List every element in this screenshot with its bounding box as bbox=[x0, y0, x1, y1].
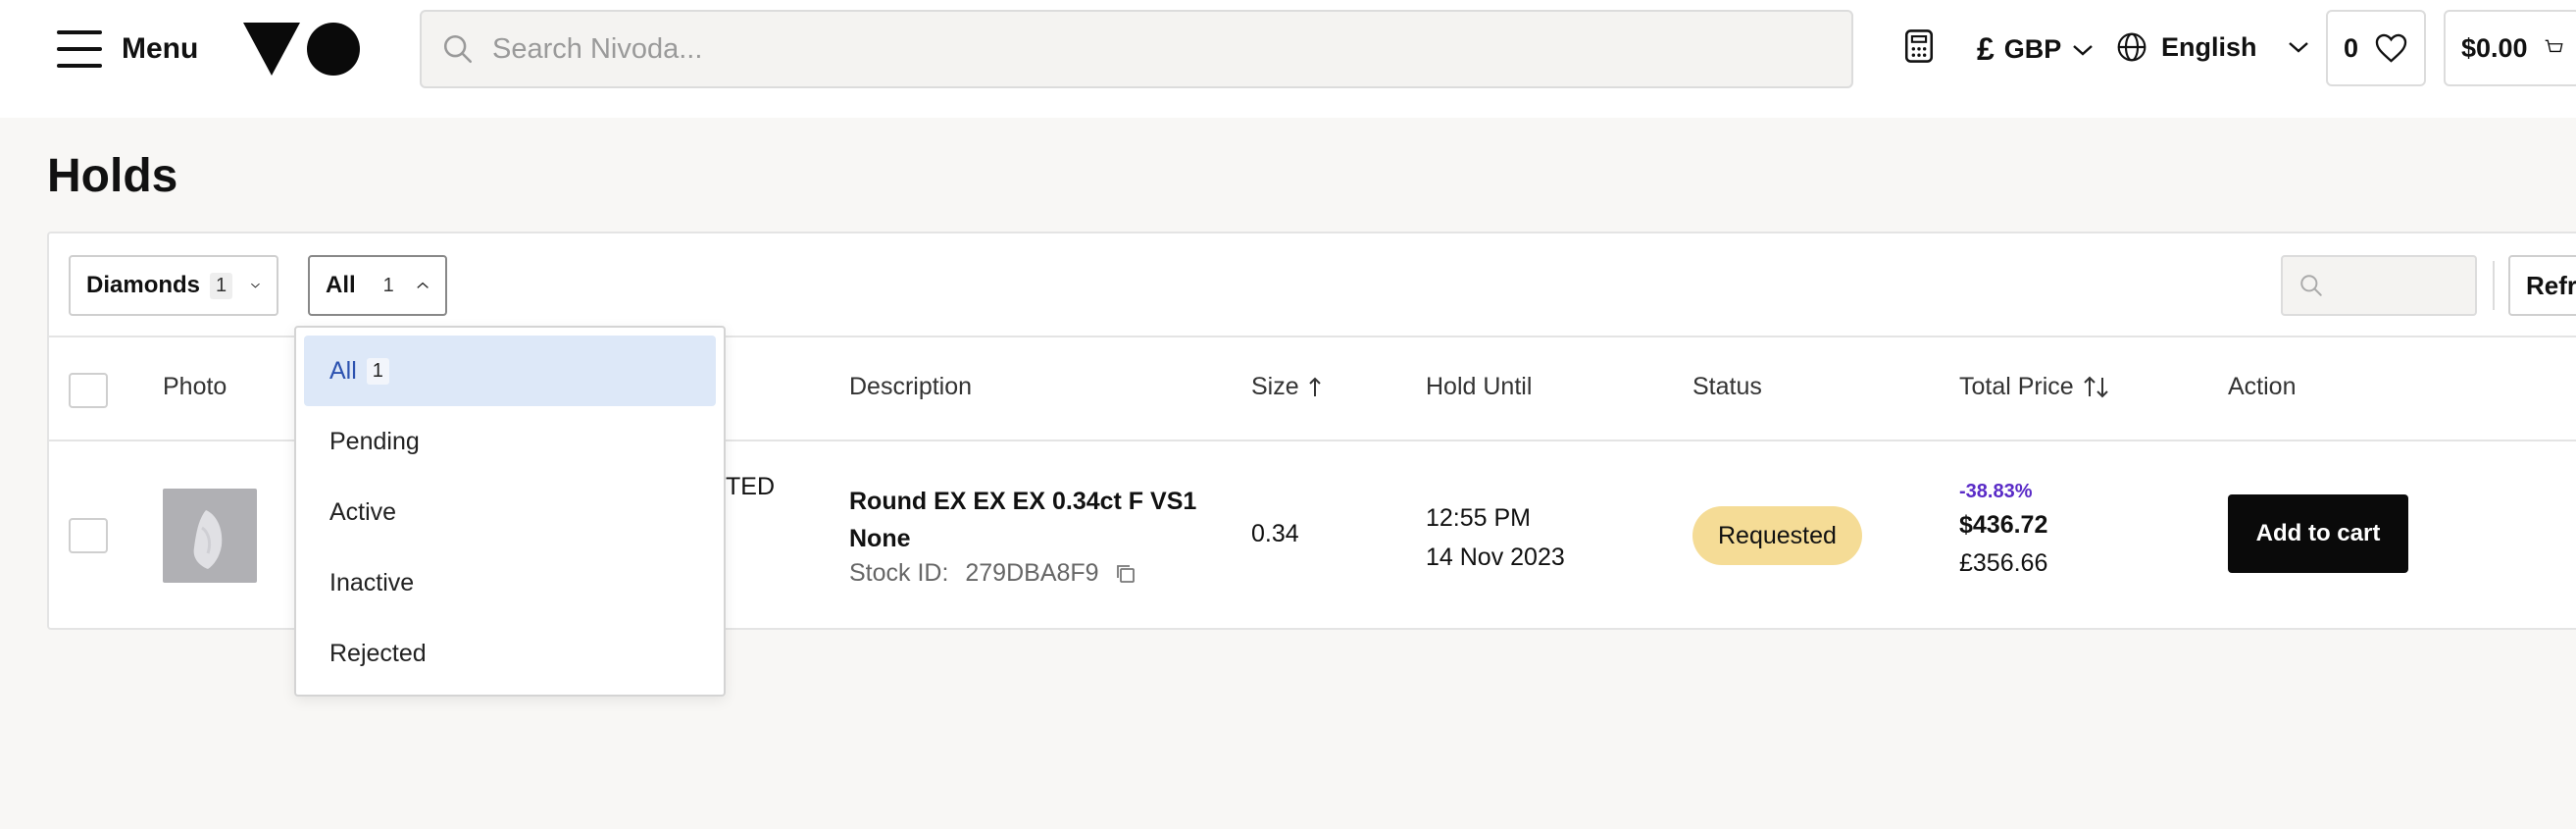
sort-ascending-icon bbox=[1308, 377, 1321, 396]
dropdown-item-label: Rejected bbox=[329, 639, 427, 667]
size-cell: 0.34 bbox=[1251, 520, 1299, 547]
price-gbp: £356.66 bbox=[1959, 549, 2048, 577]
dropdown-item-inactive[interactable]: Inactive bbox=[304, 547, 716, 618]
search-input[interactable] bbox=[492, 32, 1767, 66]
chevron-down-icon bbox=[2288, 42, 2308, 53]
diamond-photo[interactable] bbox=[163, 489, 257, 583]
category-filter[interactable]: Diamonds 1 bbox=[69, 255, 278, 316]
dropdown-item-active[interactable]: Active bbox=[304, 477, 716, 547]
dropdown-item-label: Inactive bbox=[329, 568, 415, 596]
column-header-total-price[interactable]: Total Price bbox=[1959, 373, 2111, 401]
description-line-1: Round EX EX EX 0.34ct F VS1 bbox=[849, 488, 1197, 515]
price-cell: -38.83% $436.72 £356.66 bbox=[1959, 481, 2047, 578]
top-header: Menu £ GBP English 0 bbox=[0, 0, 2576, 118]
chevron-down-icon bbox=[2073, 44, 2094, 56]
menu-button[interactable]: Menu bbox=[57, 27, 198, 71]
status-badge: Requested bbox=[1692, 506, 1862, 565]
column-header-description: Description bbox=[849, 373, 973, 400]
menu-label: Menu bbox=[122, 32, 199, 65]
select-all-checkbox[interactable] bbox=[69, 373, 108, 408]
hamburger-icon bbox=[57, 30, 102, 68]
row-checkbox[interactable] bbox=[69, 518, 108, 553]
search-icon bbox=[2300, 275, 2322, 296]
sort-icon bbox=[2084, 376, 2108, 397]
discount-label: -38.83% bbox=[1959, 481, 2033, 502]
status-filter-count: 1 bbox=[382, 274, 394, 296]
dropdown-item-label: Active bbox=[329, 497, 397, 526]
add-to-cart-button[interactable]: Add to cart bbox=[2228, 494, 2408, 573]
dropdown-item-all[interactable]: All 1 bbox=[304, 336, 716, 406]
category-filter-count: 1 bbox=[210, 272, 233, 299]
status-dropdown-menu: All 1 Pending Active Inactive Rejected bbox=[294, 326, 726, 697]
currency-symbol: £ bbox=[1977, 31, 1995, 67]
calculator-icon bbox=[1904, 29, 1934, 63]
hold-until-cell: 12:55 PM 14 Nov 2023 bbox=[1426, 498, 1565, 577]
cart-total: $0.00 bbox=[2461, 32, 2528, 63]
dropdown-item-pending[interactable]: Pending bbox=[304, 406, 716, 477]
chevron-up-icon bbox=[417, 282, 429, 288]
currency-label: GBP bbox=[2003, 34, 2062, 64]
cart-button[interactable]: $0.00 bbox=[2444, 10, 2576, 86]
price-usd: $436.72 bbox=[1959, 511, 2048, 539]
dropdown-item-label: All bbox=[329, 356, 357, 385]
stock-id-cell: Stock ID: 279DBA8F9 bbox=[849, 559, 1137, 588]
globe-icon bbox=[2117, 32, 2147, 62]
refresh-label: Refre bbox=[2526, 270, 2576, 300]
chevron-down-icon bbox=[251, 283, 260, 288]
wishlist-count: 0 bbox=[2344, 32, 2359, 63]
hold-time: 12:55 PM bbox=[1426, 504, 1532, 532]
status-filter-label: All bbox=[326, 272, 356, 298]
refresh-button[interactable]: Refre bbox=[2508, 255, 2576, 316]
wishlist-button[interactable]: 0 bbox=[2326, 10, 2426, 86]
stock-id-label: Stock ID: bbox=[849, 559, 949, 587]
global-search[interactable] bbox=[420, 10, 1853, 88]
dropdown-item-count: 1 bbox=[366, 357, 389, 385]
table-search-input[interactable] bbox=[2281, 255, 2477, 316]
column-header-status: Status bbox=[1692, 373, 1762, 400]
status-filter[interactable]: All 1 bbox=[308, 255, 447, 316]
search-icon bbox=[443, 34, 473, 64]
column-header-hold-until: Hold Until bbox=[1426, 373, 1533, 400]
currency-selector[interactable]: £ GBP bbox=[1977, 31, 2095, 68]
heart-icon bbox=[2375, 33, 2407, 63]
filter-divider bbox=[2493, 261, 2495, 310]
cart-icon bbox=[2545, 39, 2563, 53]
truncated-cell-text: TED bbox=[726, 473, 775, 500]
category-filter-label: Diamonds bbox=[86, 272, 201, 298]
column-header-photo: Photo bbox=[163, 373, 227, 400]
column-header-action: Action bbox=[2228, 373, 2297, 400]
dropdown-item-label: Pending bbox=[329, 427, 420, 455]
description-cell: Round EX EX EX 0.34ct F VS1 None bbox=[849, 483, 1196, 557]
language-label: English bbox=[2161, 31, 2257, 62]
description-line-2: None bbox=[849, 525, 911, 552]
copy-icon[interactable] bbox=[1114, 562, 1137, 586]
nivoda-logo[interactable] bbox=[243, 20, 361, 78]
dropdown-item-rejected[interactable]: Rejected bbox=[304, 618, 716, 689]
page-title: Holds bbox=[47, 150, 178, 202]
filter-bar: Diamonds 1 All 1 Refre bbox=[49, 233, 2576, 337]
stock-id-value: 279DBA8F9 bbox=[965, 559, 1099, 587]
column-header-size[interactable]: Size bbox=[1251, 373, 1323, 401]
hold-date: 14 Nov 2023 bbox=[1426, 544, 1565, 571]
language-selector[interactable]: English bbox=[2116, 31, 2310, 63]
calculator-button[interactable] bbox=[1902, 27, 1936, 65]
